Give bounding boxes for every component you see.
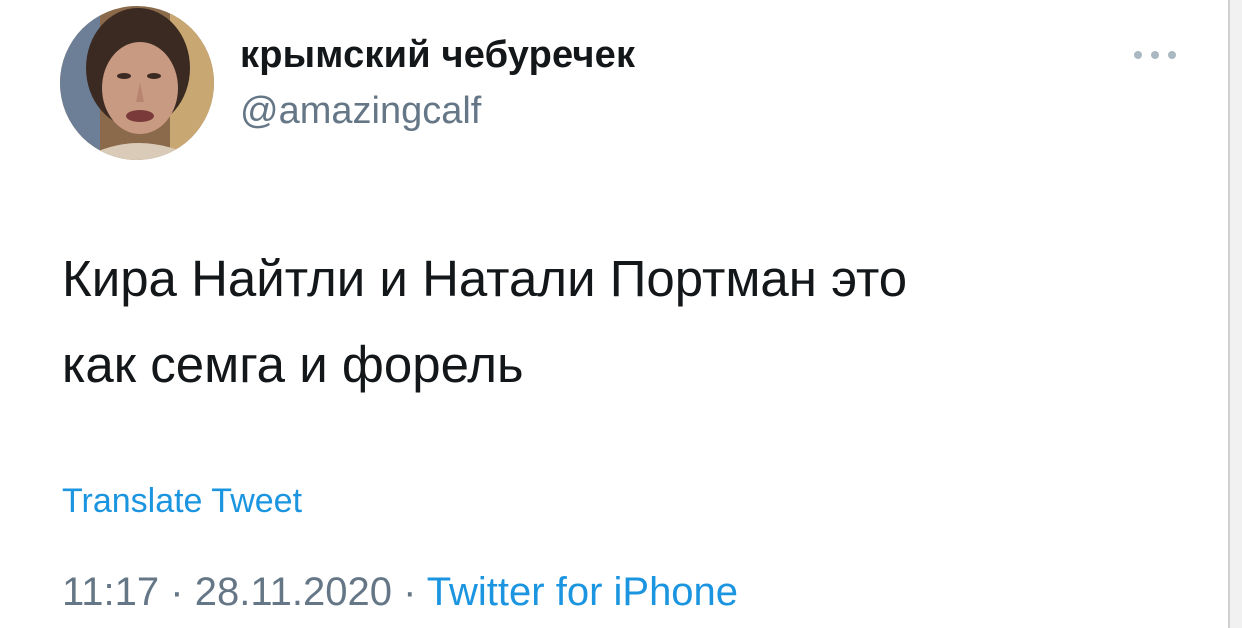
- more-button[interactable]: [1128, 40, 1182, 70]
- tweet-time[interactable]: 11:17: [62, 570, 159, 614]
- scrollbar[interactable]: [1228, 0, 1242, 628]
- separator: ·: [403, 570, 417, 614]
- translate-tweet-link[interactable]: Translate Tweet: [62, 482, 302, 521]
- tweet-metadata: 11:17 · 28.11.2020 · Twitter for iPhone: [62, 570, 738, 615]
- tweet-text-line: как семга и форель: [62, 336, 524, 393]
- tweet-text: Кира Найтли и Натали Портман это как сем…: [62, 236, 1182, 408]
- avatar-photo: [60, 6, 214, 160]
- more-horizontal-icon: [1134, 51, 1176, 59]
- tweet-text-line: Кира Найтли и Натали Портман это: [62, 250, 908, 307]
- user-handle[interactable]: @amazingcalf: [240, 90, 481, 133]
- avatar[interactable]: [60, 6, 214, 160]
- tweet-date[interactable]: 28.11.2020: [195, 570, 392, 614]
- tweet: крымский чебуречек @amazingcalf Кира Най…: [0, 0, 1226, 628]
- tweet-source-link[interactable]: Twitter for iPhone: [427, 570, 738, 614]
- display-name[interactable]: крымский чебуречек: [240, 34, 635, 77]
- separator: ·: [170, 570, 184, 614]
